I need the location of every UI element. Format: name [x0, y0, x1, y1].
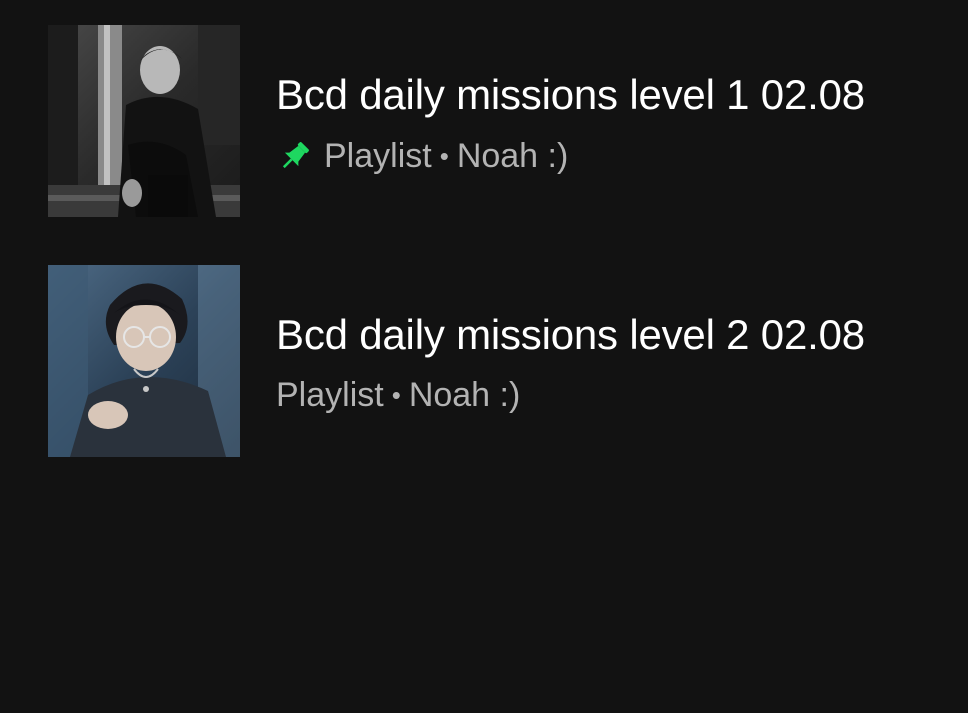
- pin-icon: [276, 137, 314, 175]
- playlist-title: Bcd daily missions level 2 02.08: [276, 311, 865, 358]
- playlist-type: Playlist: [324, 137, 432, 175]
- playlist-owner: Noah :): [456, 137, 569, 175]
- list-item-text: Bcd daily missions level 2 02.08 Playlis…: [276, 265, 968, 457]
- separator-dot: •: [439, 141, 449, 171]
- list-item-text: Bcd daily missions level 1 02.08 Playlis…: [276, 25, 968, 217]
- list-item[interactable]: Bcd daily missions level 1 02.08 Playlis…: [48, 25, 968, 217]
- playlist-cover-image: [48, 25, 240, 217]
- playlist-subtitle: Playlist • Noah :): [276, 136, 568, 176]
- playlist-owner: Noah :): [408, 376, 521, 414]
- playlist-cover-image: [48, 265, 240, 457]
- playlist-subtitle: Playlist • Noah :): [276, 375, 520, 415]
- playlist-title: Bcd daily missions level 1 02.08: [276, 71, 865, 118]
- playlist-type: Playlist: [276, 376, 384, 414]
- separator-dot: •: [391, 380, 401, 410]
- list-item[interactable]: Bcd daily missions level 2 02.08 Playlis…: [48, 265, 968, 457]
